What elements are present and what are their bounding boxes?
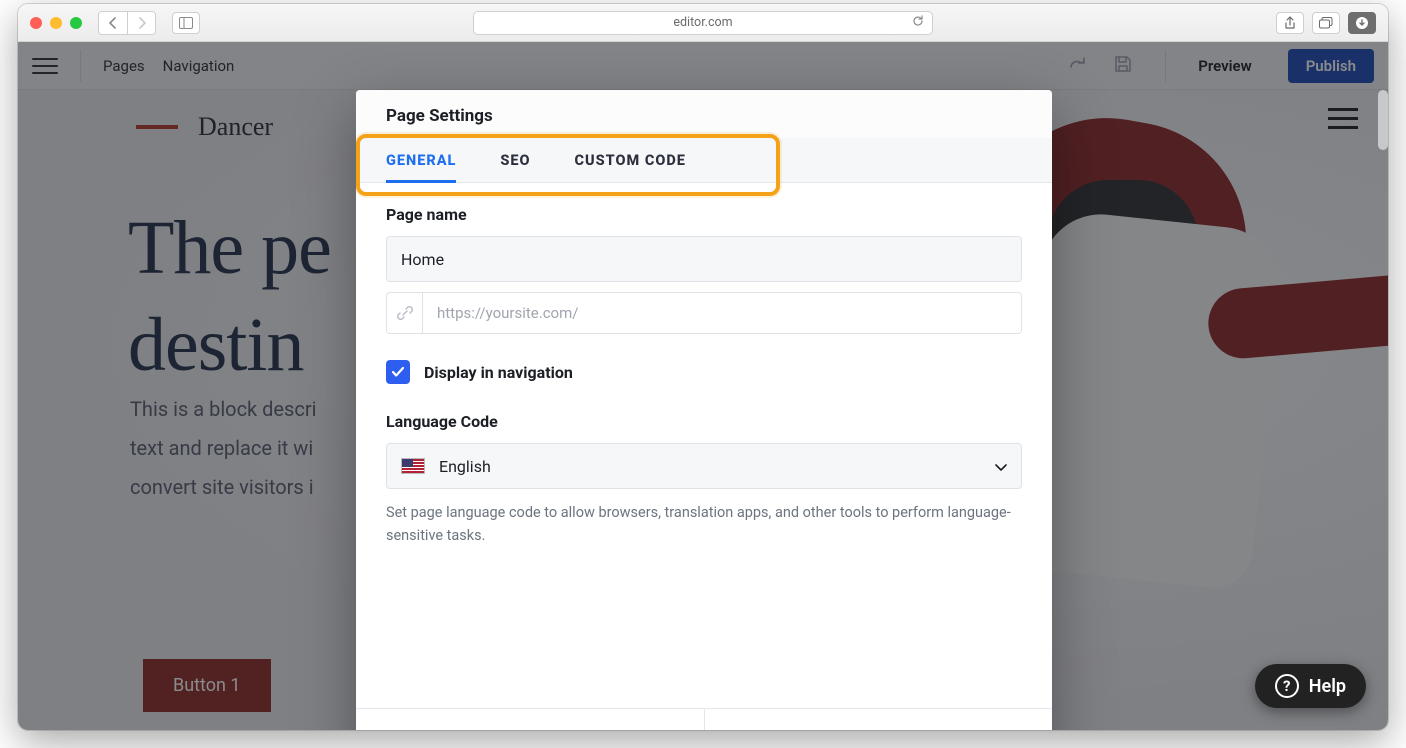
page-name-label: Page name [386, 205, 1022, 224]
modal-body: Page name Home https://yoursite.com/ [356, 183, 1052, 708]
url-text: editor.com [673, 15, 732, 30]
check-icon [391, 366, 405, 378]
help-label: Help [1309, 676, 1346, 697]
link-icon [386, 292, 422, 334]
language-value: English [439, 457, 491, 476]
browser-chrome: editor.com [18, 4, 1388, 42]
modal-footer: Submit Cancel [356, 708, 1052, 730]
sidebar-icon [179, 17, 193, 29]
back-button[interactable] [99, 12, 127, 34]
display-nav-label: Display in navigation [424, 363, 573, 382]
flag-us-icon [401, 458, 425, 474]
chevron-left-icon [108, 17, 118, 29]
app-area: Pages Navigation Preview Publish [18, 42, 1388, 730]
tabs-button[interactable] [1312, 12, 1340, 34]
scrollbar-thumb[interactable] [1378, 90, 1388, 150]
modal-title: Page Settings [356, 90, 1052, 138]
cancel-button[interactable]: Cancel [704, 709, 1053, 730]
share-button[interactable] [1276, 12, 1304, 34]
close-window-button[interactable] [30, 17, 42, 29]
sidebar-toggle-button[interactable] [172, 12, 200, 34]
page-url-placeholder: https://yoursite.com/ [437, 304, 578, 322]
chevron-right-icon [137, 17, 147, 29]
page-url-row: https://yoursite.com/ [386, 292, 1022, 334]
help-button[interactable]: ? Help [1255, 664, 1366, 708]
address-bar[interactable]: editor.com [473, 11, 933, 35]
nav-buttons [98, 11, 156, 35]
chevron-down-icon [995, 457, 1007, 476]
maximize-window-button[interactable] [70, 17, 82, 29]
page-name-input[interactable]: Home [386, 236, 1022, 282]
modal-tabs: GENERAL SEO CUSTOM CODE [356, 138, 1052, 183]
submit-button[interactable]: Submit [356, 709, 704, 730]
language-help-text: Set page language code to allow browsers… [386, 501, 1022, 547]
display-nav-row: Display in navigation [386, 360, 1022, 384]
share-icon [1284, 16, 1296, 30]
page-name-value: Home [401, 250, 444, 269]
minimize-window-button[interactable] [50, 17, 62, 29]
tab-general[interactable]: GENERAL [386, 138, 456, 183]
page-url-input[interactable]: https://yoursite.com/ [422, 292, 1022, 334]
window-controls [30, 17, 82, 29]
tabs-icon [1319, 17, 1333, 29]
language-select[interactable]: English [386, 443, 1022, 489]
downloads-button[interactable] [1348, 12, 1376, 34]
reload-button[interactable] [912, 15, 924, 30]
tab-seo[interactable]: SEO [500, 138, 530, 182]
tab-custom-code[interactable]: CUSTOM CODE [575, 138, 686, 182]
help-icon: ? [1275, 674, 1299, 698]
forward-button[interactable] [127, 12, 155, 34]
reload-icon [912, 15, 924, 27]
display-nav-checkbox[interactable] [386, 360, 410, 384]
download-icon [1355, 16, 1369, 30]
page-settings-modal: Page Settings GENERAL SEO CUSTOM CODE Pa… [356, 90, 1052, 730]
language-label: Language Code [386, 412, 1022, 431]
browser-window: editor.com Pages [18, 4, 1388, 730]
